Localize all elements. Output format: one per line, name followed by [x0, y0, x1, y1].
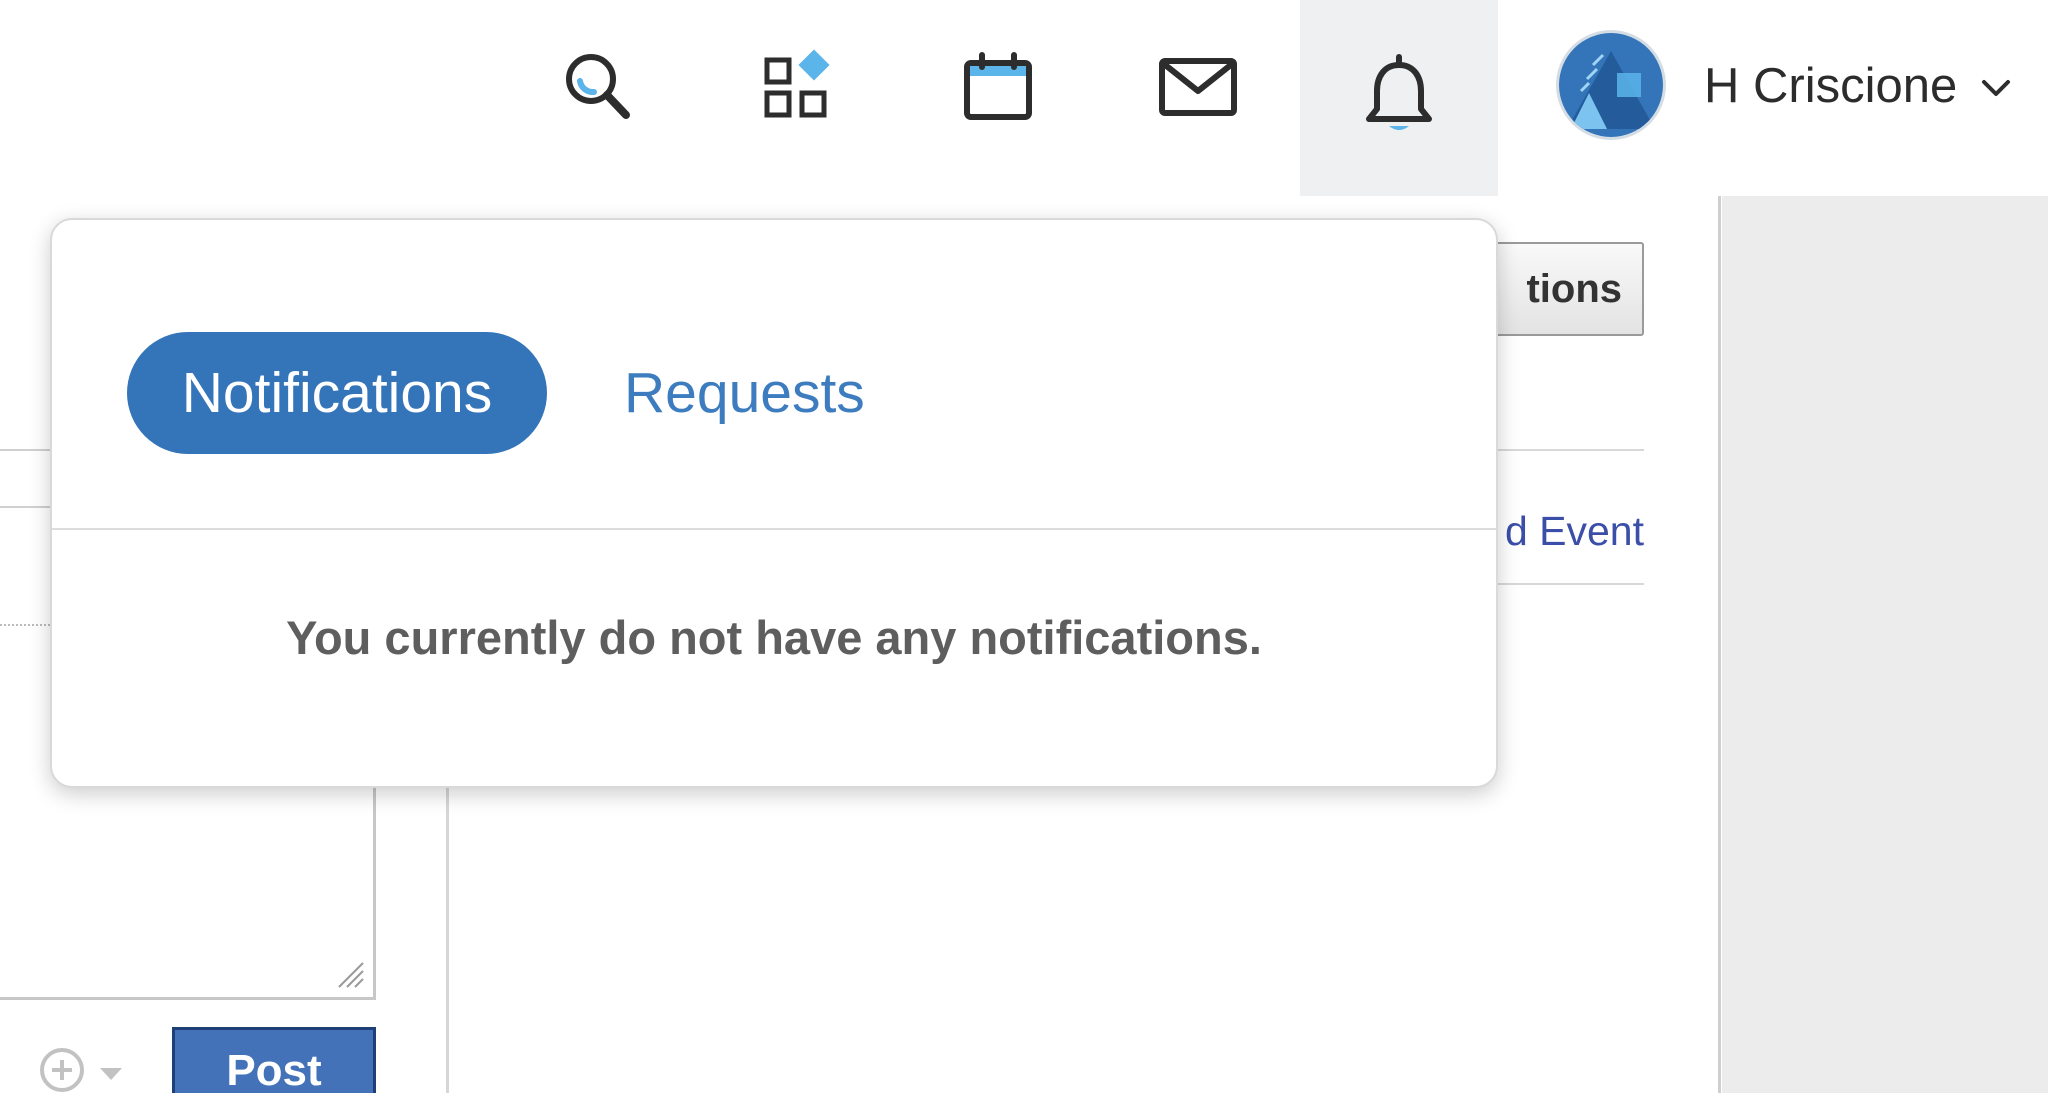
tab-requests[interactable]: Requests	[624, 332, 865, 454]
search-icon	[566, 54, 630, 119]
avatar-logo-icon	[1559, 33, 1663, 137]
calendar-button[interactable]	[953, 42, 1043, 132]
column-divider	[446, 760, 449, 1093]
notifications-popover: Notifications Requests You currently do …	[50, 218, 1498, 788]
post-button[interactable]: Post	[172, 1027, 376, 1093]
chevron-down-icon[interactable]	[1976, 70, 2016, 106]
right-column-border	[1718, 196, 1721, 1093]
bell-icon	[1366, 54, 1432, 130]
notifications-button[interactable]	[1300, 0, 1498, 196]
avatar[interactable]	[1556, 30, 1666, 140]
search-button[interactable]	[553, 42, 643, 132]
top-navigation-bar: H Criscione	[0, 0, 2048, 196]
mail-icon	[1159, 58, 1237, 116]
user-menu-name[interactable]: H Criscione	[1704, 56, 1957, 116]
left-panel-box	[0, 506, 50, 626]
resize-handle-icon[interactable]	[335, 959, 365, 989]
popover-divider	[52, 528, 1496, 530]
left-panel-divider	[0, 449, 50, 451]
app-page: tions d Event Post H Criscione Notificat…	[0, 0, 2048, 1093]
left-panel-dotted-divider	[0, 624, 50, 626]
apps-button[interactable]	[753, 42, 843, 132]
apps-icon	[764, 49, 830, 118]
background-action-button-label: tions	[1526, 266, 1622, 311]
tab-notifications[interactable]: Notifications	[127, 332, 547, 454]
mail-button[interactable]	[1153, 42, 1243, 132]
post-textarea[interactable]	[0, 760, 376, 1000]
calendar-icon	[964, 52, 1032, 120]
empty-notifications-message: You currently do not have any notificati…	[286, 611, 1262, 664]
attach-menu-icon[interactable]	[30, 1046, 140, 1093]
